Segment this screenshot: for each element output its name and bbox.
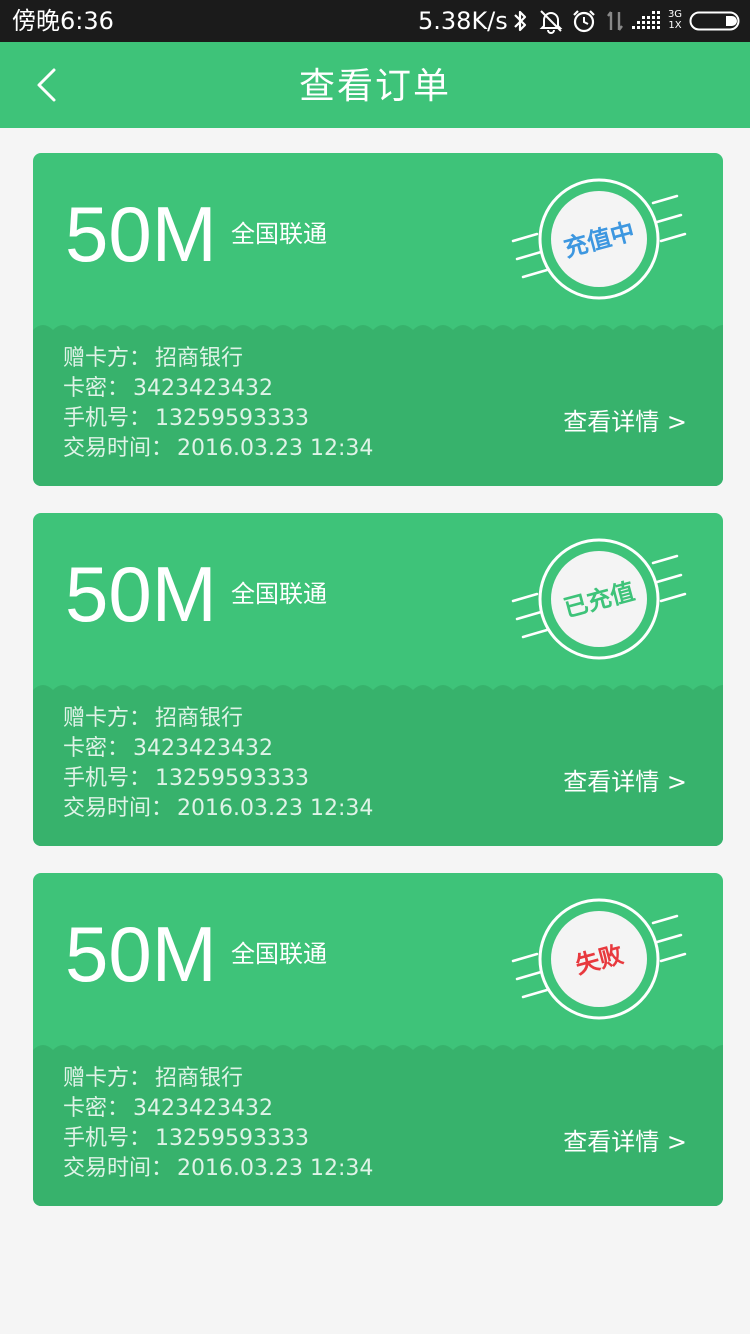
- phone-value: 13259593333: [155, 766, 309, 791]
- time-row: 交易时间： 2016.03.23 12:34: [63, 794, 373, 824]
- card-pin-row: 卡密： 3423423432: [63, 1094, 273, 1124]
- card-pin-value: 3423423432: [133, 736, 273, 761]
- card-pin-value: 3423423432: [133, 1096, 273, 1121]
- phone-value: 13259593333: [155, 406, 309, 431]
- phone-row: 手机号： 13259593333: [63, 764, 309, 794]
- order-card[interactable]: 50M 全国联通 充值中 赠卡方： 招商银行 卡密： 3423423432 手机…: [33, 153, 723, 486]
- card-header: 50M 全国联通 已充值: [33, 513, 723, 690]
- phone-label: 手机号：: [63, 766, 152, 791]
- status-stamp: 充值中: [511, 178, 687, 300]
- card-pin-row: 卡密： 3423423432: [63, 734, 273, 764]
- giver-value: 招商银行: [155, 706, 244, 731]
- status-bar: 傍晚6:36 5.38K/s 3G 1X: [0, 0, 750, 42]
- card-pin-value: 3423423432: [133, 376, 273, 401]
- card-pin-label: 卡密：: [63, 376, 130, 401]
- bluetooth-icon: [514, 10, 527, 32]
- view-details-link[interactable]: 查看详情 >: [563, 406, 687, 438]
- card-details: 赠卡方： 招商银行 卡密： 3423423432 手机号： 13259593333 交…: [33, 685, 723, 846]
- giver-row: 赠卡方： 招商银行: [63, 344, 243, 374]
- view-details-link[interactable]: 查看详情 >: [563, 1126, 687, 1158]
- giver-row: 赠卡方： 招商银行: [63, 1064, 243, 1094]
- phone-label: 手机号：: [63, 406, 152, 431]
- order-card[interactable]: 50M 全国联通 已充值 赠卡方： 招商银行 卡密： 3423423432 手机…: [33, 513, 723, 846]
- data-amount: 50M: [65, 190, 217, 278]
- card-pin-label: 卡密：: [63, 736, 130, 761]
- giver-label: 赠卡方：: [63, 346, 152, 371]
- card-details: 赠卡方： 招商银行 卡密： 3423423432 手机号： 13259593333 交…: [33, 325, 723, 486]
- status-stamp: 已充值: [511, 538, 687, 660]
- network-type-top: 3G: [667, 9, 683, 20]
- status-time: 傍晚6:36: [12, 7, 114, 35]
- wave-edge: [33, 1045, 723, 1056]
- phone-label: 手机号：: [63, 1126, 152, 1151]
- phone-value: 13259593333: [155, 1126, 309, 1151]
- status-stamp: 失败: [511, 898, 687, 1020]
- alarm-clock-icon: [573, 10, 595, 33]
- battery-icon: [689, 11, 740, 31]
- card-header: 50M 全国联通 失败: [33, 873, 723, 1050]
- wave-edge: [33, 325, 723, 336]
- carrier-label: 全国联通: [231, 580, 327, 608]
- time-label: 交易时间：: [63, 1156, 174, 1181]
- time-label: 交易时间：: [63, 436, 174, 461]
- giver-value: 招商银行: [155, 1066, 244, 1091]
- alarm-off-icon: [539, 10, 563, 34]
- network-speed: 5.38K/s: [418, 7, 508, 35]
- carrier-label: 全国联通: [231, 220, 327, 248]
- time-row: 交易时间： 2016.03.23 12:34: [63, 1154, 373, 1184]
- time-value: 2016.03.23 12:34: [177, 1156, 374, 1181]
- data-amount: 50M: [65, 910, 217, 998]
- network-type-bottom: 1X: [668, 20, 682, 31]
- phone-row: 手机号： 13259593333: [63, 404, 309, 434]
- giver-row: 赠卡方： 招商银行: [63, 704, 243, 734]
- card-pin-label: 卡密：: [63, 1096, 130, 1121]
- page-title: 查看订单: [298, 66, 451, 107]
- view-details-link[interactable]: 查看详情 >: [563, 766, 687, 798]
- data-transfer-icon: [607, 11, 623, 31]
- time-value: 2016.03.23 12:34: [177, 796, 374, 821]
- data-amount: 50M: [65, 550, 217, 638]
- phone-row: 手机号： 13259593333: [63, 1124, 309, 1154]
- order-card[interactable]: 50M 全国联通 失败 赠卡方： 招商银行 卡密： 3423423432 手机号…: [33, 873, 723, 1206]
- signal-icon: [632, 11, 660, 29]
- giver-value: 招商银行: [155, 346, 244, 371]
- wave-edge: [33, 685, 723, 696]
- time-row: 交易时间： 2016.03.23 12:34: [63, 434, 373, 464]
- giver-label: 赠卡方：: [63, 1066, 152, 1091]
- network-type: 3G 1X: [664, 9, 686, 31]
- giver-label: 赠卡方：: [63, 706, 152, 731]
- card-details: 赠卡方： 招商银行 卡密： 3423423432 手机号： 13259593333 交…: [33, 1045, 723, 1206]
- card-pin-row: 卡密： 3423423432: [63, 374, 273, 404]
- carrier-label: 全国联通: [231, 940, 327, 968]
- card-header: 50M 全国联通 充值中: [33, 153, 723, 330]
- time-value: 2016.03.23 12:34: [177, 436, 374, 461]
- time-label: 交易时间：: [63, 796, 174, 821]
- app-bar: 查看订单: [0, 42, 750, 128]
